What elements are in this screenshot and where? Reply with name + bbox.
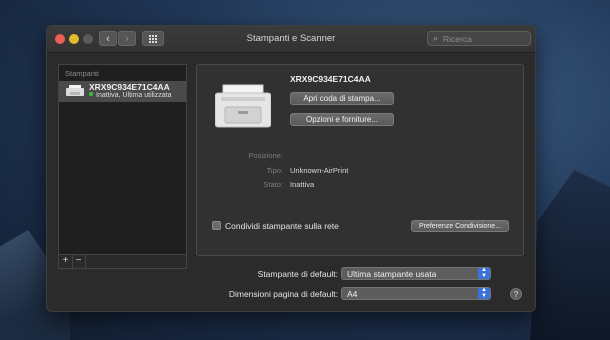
search-field[interactable]: ⌕ <box>427 31 531 46</box>
position-label: Posizione: <box>248 151 283 160</box>
printer-name: XRX9C934E71C4AA <box>89 82 170 92</box>
search-input[interactable] <box>443 32 527 45</box>
open-print-queue-button[interactable]: Apri coda di stampa... <box>290 92 394 105</box>
state-value: Inattiva <box>290 180 315 189</box>
remove-printer-button[interactable]: − <box>72 255 86 268</box>
printer-status: Inattiva, Ultima utilizzata <box>89 92 171 99</box>
large-printer-icon <box>215 84 271 128</box>
printer-list-header: Stampanti <box>65 69 99 78</box>
default-paper-size-select[interactable]: A4 ▲ ▼ <box>341 287 491 300</box>
updown-chevron-icon: ▲ ▼ <box>478 287 490 299</box>
default-printer-label: Stampante di default: <box>257 269 338 279</box>
updown-chevron-icon: ▲ ▼ <box>478 267 490 279</box>
default-printer-value: Ultima stampante usata <box>347 269 437 279</box>
default-paper-size-label: Dimensioni pagina di default: <box>228 289 338 299</box>
printer-list: Stampanti XRX9C934E71C4AA Inattiva, Ulti… <box>58 64 187 255</box>
desktop-wallpaper-mountain-right <box>530 170 610 340</box>
help-button[interactable]: ? <box>510 288 522 300</box>
status-dot-icon <box>89 92 93 96</box>
printer-list-footer: + − <box>58 255 187 269</box>
share-printer-label[interactable]: Condividi stampante sulla rete <box>225 221 339 231</box>
share-printer-checkbox[interactable] <box>212 221 221 230</box>
printer-list-item[interactable]: XRX9C934E71C4AA Inattiva, Ultima utilizz… <box>59 81 186 102</box>
title-bar: ‹ › Stampanti e Scanner ⌕ <box>47 26 535 53</box>
default-printer-select[interactable]: Ultima stampante usata ▲ ▼ <box>341 267 491 280</box>
printer-status-text: Inattiva, Ultima utilizzata <box>96 92 172 99</box>
options-supplies-button[interactable]: Opzioni e forniture... <box>290 113 394 126</box>
default-paper-size-value: A4 <box>347 289 358 299</box>
printer-detail-panel: XRX9C934E71C4AA Apri coda di stampa... O… <box>196 64 524 256</box>
type-value: Unknown-AirPrint <box>290 166 349 175</box>
type-label: Tipo: <box>266 166 283 175</box>
printers-scanners-window: ‹ › Stampanti e Scanner ⌕ Stampanti XRX9… <box>46 25 536 312</box>
search-icon: ⌕ <box>433 33 439 43</box>
state-label: Stato: <box>263 180 283 189</box>
add-printer-button[interactable]: + <box>59 255 73 268</box>
printer-icon <box>66 85 84 96</box>
printer-title: XRX9C934E71C4AA <box>290 74 371 84</box>
sharing-preferences-button[interactable]: Preferenze Condivisione... <box>411 220 509 232</box>
